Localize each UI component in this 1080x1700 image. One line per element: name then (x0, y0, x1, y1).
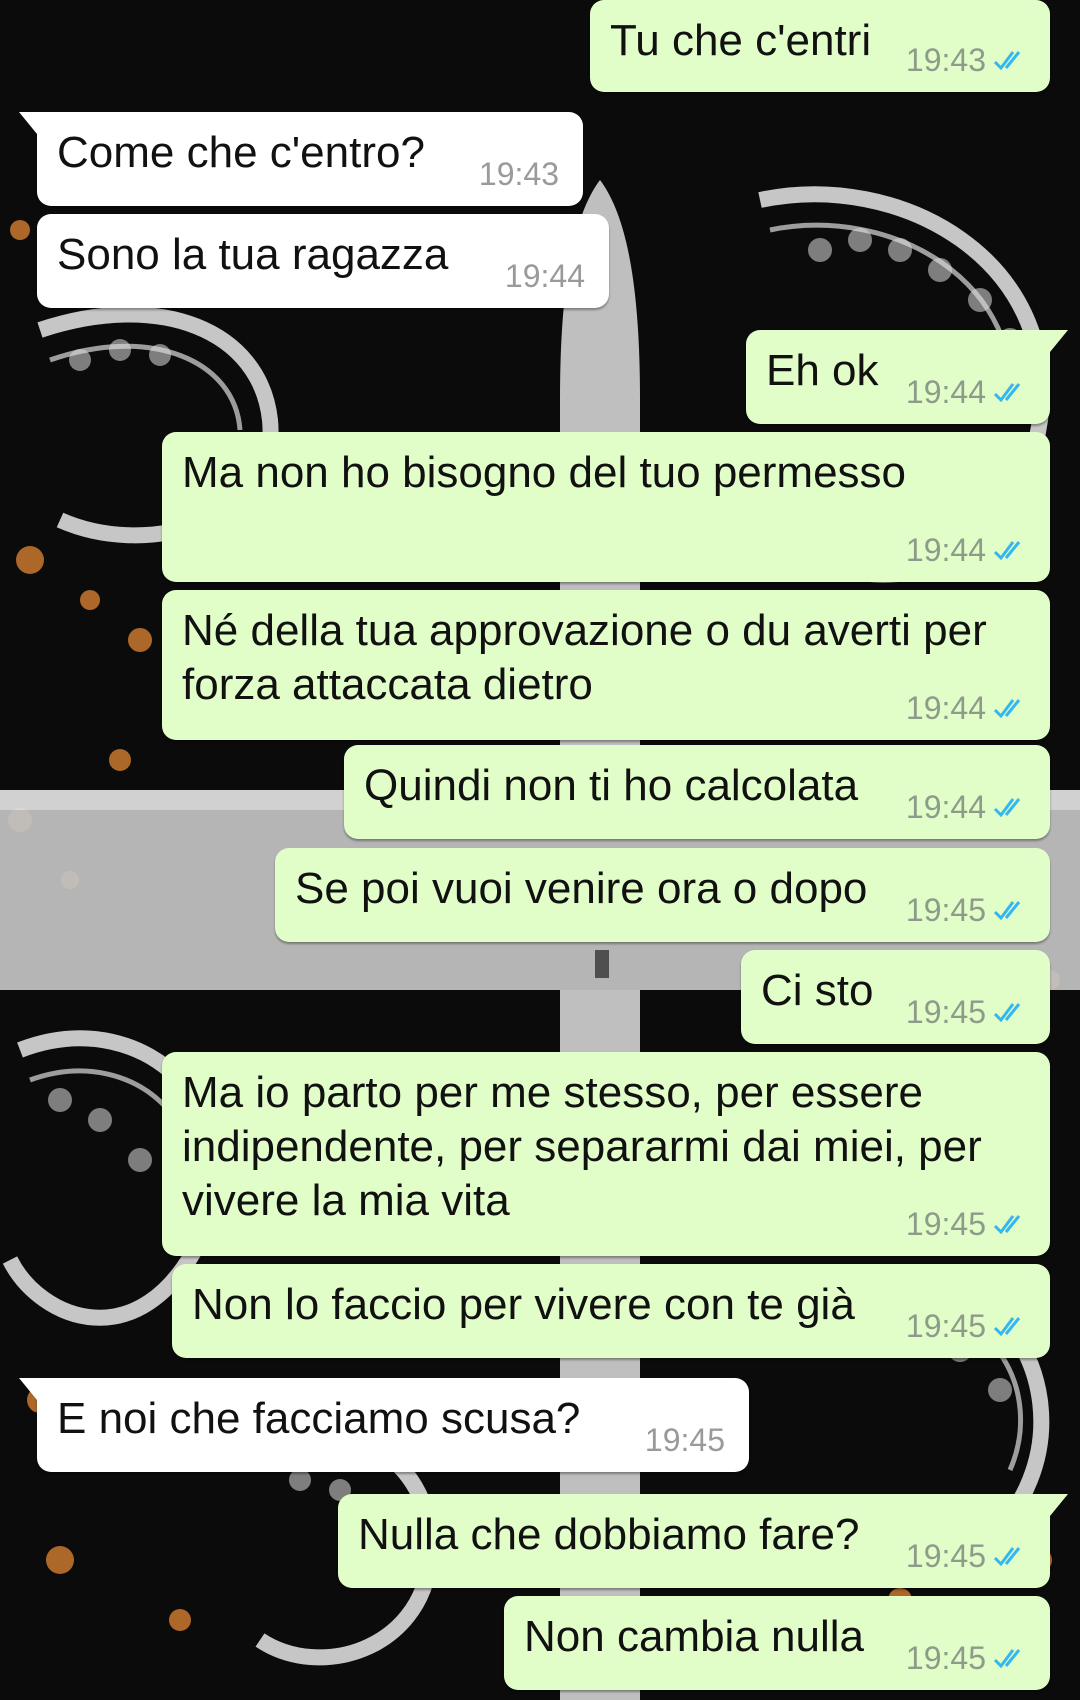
message-time: 19:45 (644, 1422, 725, 1458)
outgoing-message[interactable]: Se poi vuoi venire ora o dopo 19:45 (275, 848, 1050, 942)
incoming-message[interactable]: Come che c'entro? 19:43 (19, 112, 583, 206)
chat-area[interactable]: Tu che c'entri 19:43 Come che c'entro? 1… (0, 0, 1080, 1700)
message-text: Né della tua approvazione o du averti pe… (182, 606, 987, 709)
double-check-read-icon (993, 1547, 1021, 1567)
message-time: 19:45 (905, 1640, 986, 1676)
message-text: Eh ok (766, 346, 879, 395)
outgoing-message[interactable]: Nulla che dobbiamo fare? 19:45 (338, 1494, 1068, 1588)
message-time: 19:44 (905, 789, 986, 825)
message-time: 19:45 (905, 994, 986, 1030)
incoming-message[interactable]: E noi che facciamo scusa? 19:45 (19, 1378, 749, 1472)
outgoing-message[interactable]: Quindi non ti ho calcolata 19:44 (344, 745, 1050, 839)
incoming-message[interactable]: Sono la tua ragazza 19:44 (37, 214, 609, 308)
double-check-read-icon (993, 1649, 1021, 1669)
message-text: Non cambia nulla (524, 1612, 864, 1661)
outgoing-message[interactable]: Non lo faccio per vivere con te già 19:4… (172, 1264, 1050, 1358)
double-check-read-icon (993, 1215, 1021, 1235)
double-check-read-icon (993, 798, 1021, 818)
outgoing-message[interactable]: Non cambia nulla 19:45 (504, 1596, 1050, 1690)
message-time: 19:45 (905, 1308, 986, 1344)
message-meta: 19:45 (906, 1308, 1030, 1344)
message-text: Ma non ho bisogno del tuo permesso (182, 448, 907, 497)
message-text: Nulla che dobbiamo fare? (358, 1510, 860, 1559)
outgoing-message[interactable]: Tu che c'entri 19:43 (590, 0, 1050, 92)
message-text: Se poi vuoi venire ora o dopo (295, 864, 868, 913)
outgoing-message[interactable]: Né della tua approvazione o du averti pe… (162, 590, 1050, 740)
message-text: Ma io parto per me stesso, per essere in… (182, 1068, 982, 1225)
message-meta: 19:45 (645, 1422, 725, 1458)
message-time: 19:45 (905, 1206, 986, 1242)
message-meta: 19:45 (906, 1640, 1030, 1676)
message-time: 19:44 (905, 374, 986, 410)
message-meta: 19:44 (906, 690, 1030, 726)
message-time: 19:43 (905, 42, 986, 78)
double-check-read-icon (993, 901, 1021, 921)
message-text: Tu che c'entri (610, 16, 872, 65)
message-text: Quindi non ti ho calcolata (364, 761, 859, 810)
message-meta: 19:43 (906, 42, 1030, 78)
double-check-read-icon (993, 699, 1021, 719)
message-text: Sono la tua ragazza (57, 230, 449, 279)
outgoing-message[interactable]: Ci sto 19:45 (741, 950, 1050, 1044)
message-time: 19:43 (478, 156, 559, 192)
message-meta: 19:45 (906, 892, 1030, 928)
message-time: 19:45 (905, 892, 986, 928)
message-meta: 19:44 (906, 789, 1030, 825)
message-meta: 19:45 (906, 994, 1030, 1030)
message-meta: 19:44 (906, 374, 1030, 410)
message-text: Ci sto (761, 966, 874, 1015)
double-check-read-icon (993, 51, 1021, 71)
outgoing-message[interactable]: Ma non ho bisogno del tuo permesso 19:44 (162, 432, 1050, 582)
double-check-read-icon (993, 1003, 1021, 1023)
message-time: 19:44 (905, 690, 986, 726)
message-time: 19:44 (905, 532, 986, 568)
double-check-read-icon (993, 541, 1021, 561)
message-meta: 19:43 (479, 156, 559, 192)
message-time: 19:44 (504, 258, 585, 294)
message-meta: 19:44 (505, 258, 585, 294)
double-check-read-icon (993, 1317, 1021, 1337)
message-text: E noi che facciamo scusa? (57, 1394, 581, 1443)
message-text: Come che c'entro? (57, 128, 425, 177)
double-check-read-icon (993, 383, 1021, 403)
outgoing-message[interactable]: Ma io parto per me stesso, per essere in… (162, 1052, 1050, 1256)
message-time: 19:45 (905, 1538, 986, 1574)
message-meta: 19:44 (906, 532, 1030, 568)
outgoing-message[interactable]: Eh ok 19:44 (746, 330, 1068, 424)
message-text: Non lo faccio per vivere con te già (192, 1280, 855, 1329)
message-meta: 19:45 (906, 1206, 1030, 1242)
message-meta: 19:45 (906, 1538, 1030, 1574)
